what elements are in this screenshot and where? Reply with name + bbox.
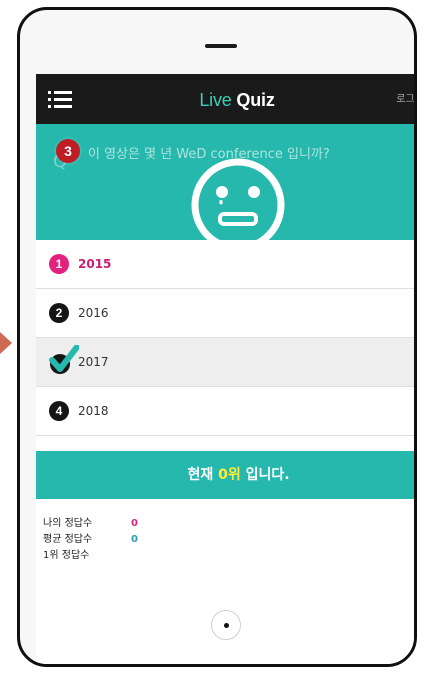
choice-number-badge: 1	[49, 254, 69, 274]
menu-line-icon	[54, 91, 72, 94]
choice-2016[interactable]: 2 2016	[36, 289, 414, 338]
mobile-device-frame: Live Quiz 로그아웃 3 Q 이 영상은 몇 년 WeD confere…	[17, 7, 417, 667]
stat-value: 0	[131, 534, 138, 545]
hamburger-menu-button[interactable]	[48, 87, 72, 111]
page: Live Quiz 로그아웃 3 Q 이 영상은 몇 년 WeD confere…	[0, 0, 434, 674]
app-title: Live Quiz	[162, 88, 312, 112]
menu-line-icon	[54, 98, 72, 101]
home-dot-icon	[224, 623, 229, 628]
menu-dot-icon	[48, 98, 51, 101]
choice-label: 2017	[78, 355, 109, 369]
check-icon	[49, 345, 79, 374]
pointer-arrow-icon	[0, 332, 12, 354]
live-quiz-screen: Live Quiz 로그아웃 3 Q 이 영상은 몇 년 WeD confere…	[36, 74, 414, 664]
menu-dot-icon	[48, 105, 51, 108]
average-correct-count-row: 평균 정답수 0	[43, 532, 183, 548]
phone-speaker	[205, 44, 237, 48]
stat-label: 1위 정답수	[43, 550, 90, 561]
stat-label: 나의 정답수	[43, 518, 93, 529]
rank-value: 0위	[218, 467, 241, 483]
app-title-quiz: Quiz	[236, 90, 275, 110]
sad-face-icon	[191, 158, 285, 252]
current-rank-banner: 현재 0위 입니다.	[36, 451, 414, 499]
menu-line-icon	[54, 105, 72, 108]
choice-label: 2016	[78, 306, 109, 320]
quiz-stats: 나의 정답수 0 평균 정답수 0 1위 정답수	[43, 516, 183, 576]
choice-number-badge: 4	[49, 401, 69, 421]
choice-number-badge: 2	[49, 303, 69, 323]
menu-dot-icon	[48, 91, 51, 94]
app-title-live: Live	[199, 90, 232, 110]
stat-label: 평균 정답수	[43, 534, 93, 545]
logout-link[interactable]: 로그아웃	[396, 91, 414, 109]
answer-choices: 1 2015 2 2016 2017 4 2018	[36, 240, 414, 439]
first-place-correct-count-row: 1위 정답수	[43, 548, 183, 564]
rank-suffix: 입니다.	[240, 467, 290, 483]
app-header: Live Quiz 로그아웃	[36, 74, 414, 124]
choice-label: 2015	[78, 257, 112, 271]
home-button[interactable]	[211, 610, 241, 640]
stat-value: 0	[131, 518, 138, 529]
rank-prefix: 현재	[187, 467, 219, 483]
choice-label: 2018	[78, 404, 109, 418]
choice-2017[interactable]: 2017	[36, 338, 414, 387]
my-correct-count-row: 나의 정답수 0	[43, 516, 183, 532]
question-banner: 3 Q 이 영상은 몇 년 WeD conference 입니까?	[36, 124, 414, 258]
choice-2018[interactable]: 4 2018	[36, 387, 414, 436]
question-number-badge: 3	[56, 139, 80, 163]
